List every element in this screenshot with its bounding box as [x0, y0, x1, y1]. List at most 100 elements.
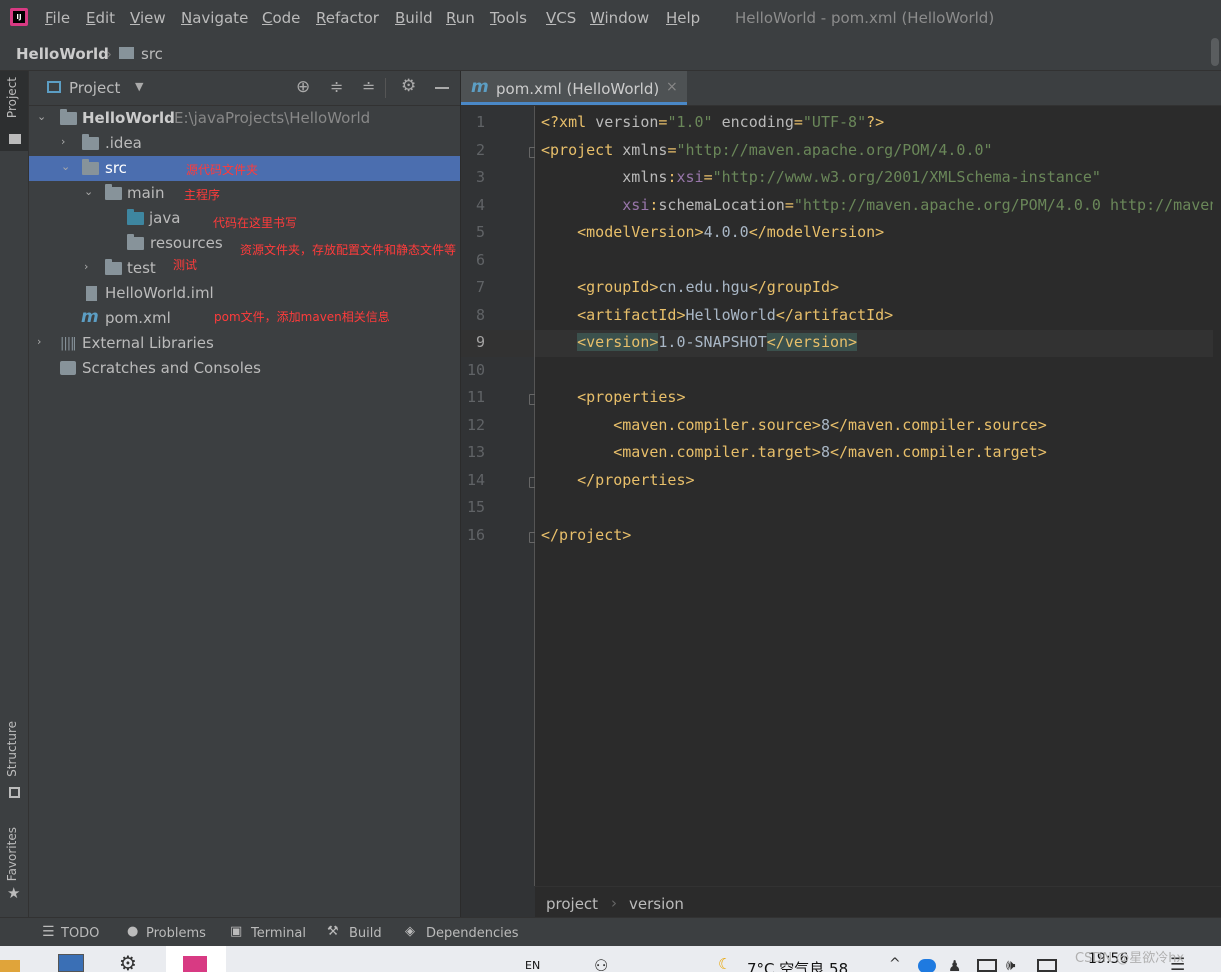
- tree-item-idea[interactable]: › .idea: [29, 131, 460, 156]
- project-panel-title[interactable]: Project: [69, 79, 120, 97]
- chevron-down-icon[interactable]: ⌄: [61, 161, 71, 172]
- expand-all-icon[interactable]: ≑: [330, 77, 343, 96]
- gear-icon[interactable]: ⚙: [401, 76, 416, 96]
- code-line[interactable]: <properties>: [541, 388, 685, 406]
- code-line[interactable]: </properties>: [541, 471, 694, 489]
- line-number[interactable]: 2: [461, 141, 485, 159]
- tree-item-pom[interactable]: m pom.xml pom文件，添加maven相关信息: [29, 306, 460, 331]
- tab-problems[interactable]: Problems: [146, 926, 206, 941]
- line-number[interactable]: 8: [461, 306, 485, 324]
- chevron-down-icon[interactable]: ⌄: [84, 186, 94, 197]
- editor-crumb-project[interactable]: project: [546, 895, 598, 913]
- chevron-right-icon[interactable]: ›: [61, 136, 71, 147]
- menu-code[interactable]: Code: [262, 9, 300, 27]
- line-number[interactable]: 9: [461, 333, 485, 351]
- settings-gear-icon[interactable]: ⚙: [119, 951, 137, 972]
- close-icon[interactable]: ×: [666, 79, 678, 95]
- menu-edit[interactable]: Edit: [86, 9, 115, 27]
- breadcrumb-folder[interactable]: src: [141, 45, 163, 63]
- chevron-down-icon[interactable]: ⌄: [37, 111, 47, 122]
- input-language[interactable]: EN: [525, 959, 540, 972]
- favorites-tool-tab[interactable]: Favorites: [5, 827, 19, 881]
- file-explorer-icon[interactable]: [0, 960, 20, 972]
- ime-icon[interactable]: [1037, 959, 1057, 972]
- code-line[interactable]: <project xmlns="http://maven.apache.org/…: [541, 141, 993, 159]
- breadcrumb-project[interactable]: HelloWorld: [16, 45, 109, 63]
- line-number[interactable]: 13: [461, 443, 485, 461]
- tree-item-resources[interactable]: resources 资源文件夹，存放配置文件和静态文件等: [29, 231, 460, 257]
- minimize-icon[interactable]: [435, 87, 449, 89]
- code-token: </artifactId>: [775, 305, 894, 324]
- chevron-right-icon[interactable]: ›: [84, 261, 94, 272]
- line-number[interactable]: 14: [461, 471, 485, 489]
- menu-run[interactable]: Run: [446, 9, 475, 27]
- tree-item-test[interactable]: › test 测试: [29, 256, 460, 281]
- code-line[interactable]: <groupId>cn.edu.hgu</groupId>: [541, 278, 839, 296]
- project-tool-tab[interactable]: Project: [5, 77, 19, 118]
- line-number[interactable]: 6: [461, 251, 485, 269]
- code-line[interactable]: <maven.compiler.source>8</maven.compiler…: [541, 416, 1047, 434]
- menu-view[interactable]: View: [130, 9, 166, 27]
- locate-icon[interactable]: ⊕: [296, 77, 310, 97]
- code-line[interactable]: xmlns:xsi="http://www.w3.org/2001/XMLSch…: [541, 168, 1101, 186]
- tree-item-scratches[interactable]: Scratches and Consoles: [29, 356, 460, 381]
- line-number[interactable]: 15: [461, 498, 485, 516]
- tree-item-helloworld[interactable]: ⌄ HelloWorld E:\javaProjects\HelloWorld: [29, 106, 460, 131]
- code-line[interactable]: </project>: [541, 526, 631, 544]
- line-number[interactable]: 10: [461, 361, 485, 379]
- line-number[interactable]: 3: [461, 168, 485, 186]
- menu-navigate[interactable]: Navigate: [181, 9, 248, 27]
- line-number[interactable]: 5: [461, 223, 485, 241]
- menu-window[interactable]: Window: [590, 9, 649, 27]
- editor-scrollbar[interactable]: [1213, 106, 1221, 886]
- code-line[interactable]: <artifactId>HelloWorld</artifactId>: [541, 306, 893, 324]
- network-app-icon[interactable]: [918, 959, 936, 972]
- line-number[interactable]: 1: [461, 113, 485, 131]
- tree-item-label: test: [127, 259, 156, 277]
- people-icon[interactable]: ⚇: [594, 956, 608, 972]
- tree-item-iml[interactable]: HelloWorld.iml: [29, 281, 460, 306]
- menu-tools[interactable]: Tools: [490, 9, 527, 27]
- line-number[interactable]: 16: [461, 526, 485, 544]
- code-line[interactable]: xsi:schemaLocation="http://maven.apache.…: [541, 196, 1221, 214]
- tab-build[interactable]: Build: [349, 926, 382, 941]
- code-line[interactable]: <maven.compiler.target>8</maven.compiler…: [541, 443, 1047, 461]
- menu-file[interactable]: File: [45, 9, 70, 27]
- scrollbar[interactable]: [1211, 38, 1219, 66]
- line-number[interactable]: 11: [461, 388, 485, 406]
- menu-refactor[interactable]: Refactor: [316, 9, 379, 27]
- code-token: <project: [541, 140, 623, 159]
- window-app-icon[interactable]: [58, 954, 84, 972]
- tree-item-external-libraries[interactable]: › |||‖ External Libraries: [29, 331, 460, 356]
- tab-pom-xml[interactable]: m pom.xml (HelloWorld) ×: [461, 71, 687, 105]
- tab-terminal[interactable]: Terminal: [251, 926, 306, 941]
- chevron-right-icon[interactable]: ›: [37, 336, 47, 347]
- line-number[interactable]: 7: [461, 278, 485, 296]
- menu-help[interactable]: Help: [666, 9, 700, 27]
- tree-item-main[interactable]: ⌄ main 主程序: [29, 181, 460, 206]
- qq-icon[interactable]: ♟: [948, 957, 961, 972]
- line-number[interactable]: 12: [461, 416, 485, 434]
- tab-todo[interactable]: TODO: [61, 926, 99, 941]
- editor-crumb-version[interactable]: version: [629, 895, 684, 913]
- code-line[interactable]: <version>1.0-SNAPSHOT</version>: [541, 333, 858, 351]
- tree-item-src[interactable]: ⌄ src 源代码文件夹: [29, 156, 460, 181]
- csdn-watermark: CSDN @星欲冷hx: [1075, 951, 1185, 966]
- tree-item-java[interactable]: java 代码在这里书写: [29, 206, 460, 231]
- weather-text[interactable]: 7°C 空气良 58: [747, 958, 848, 972]
- display-icon[interactable]: [977, 959, 997, 972]
- volume-icon[interactable]: 🕪: [1006, 956, 1015, 972]
- menu-build[interactable]: Build: [395, 9, 433, 27]
- tab-dependencies[interactable]: Dependencies: [426, 926, 519, 941]
- tree-item-label: External Libraries: [82, 334, 214, 352]
- code-line[interactable]: <modelVersion>4.0.0</modelVersion>: [541, 223, 884, 241]
- code-editor[interactable]: <?xml version="1.0" encoding="UTF-8"?> <p…: [535, 106, 1221, 886]
- collapse-all-icon[interactable]: ≐: [362, 77, 375, 96]
- structure-tool-tab[interactable]: Structure: [5, 721, 19, 777]
- chevron-up-icon[interactable]: ^: [889, 956, 901, 972]
- tree-item-label: HelloWorld.iml: [105, 284, 214, 302]
- line-number[interactable]: 4: [461, 196, 485, 214]
- menu-vcs[interactable]: VCS: [546, 9, 576, 27]
- chevron-down-icon[interactable]: ▼: [135, 80, 143, 93]
- code-line[interactable]: <?xml version="1.0" encoding="UTF-8"?>: [541, 113, 884, 131]
